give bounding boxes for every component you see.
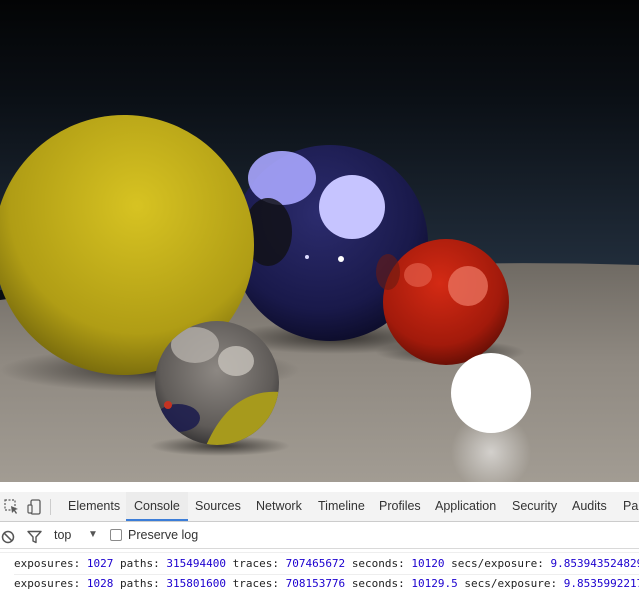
- log-key: paths:: [119, 577, 160, 590]
- red-sphere-highlight: [448, 266, 488, 306]
- console-log-line: exposures: 1027 paths: 315494400 traces:…: [14, 554, 639, 575]
- log-value: 1028: [86, 577, 114, 590]
- log-key: seconds:: [351, 557, 405, 570]
- log-value: 315494400: [166, 557, 226, 570]
- log-key: secs/exposure:: [451, 557, 544, 570]
- console-log-line: exposures: 1028 paths: 315801600 traces:…: [14, 574, 639, 592]
- white-light-sphere: [451, 353, 531, 433]
- blue-sphere-specular: [338, 256, 344, 262]
- tab-console[interactable]: Console: [126, 492, 188, 521]
- log-value: 1027: [86, 557, 114, 570]
- tab-elements[interactable]: Elements: [60, 492, 128, 521]
- log-key: traces:: [232, 557, 279, 570]
- glass-sphere-highlight: [218, 346, 254, 376]
- log-key: exposures:: [14, 577, 81, 590]
- blue-sphere-highlight: [319, 175, 385, 239]
- tab-timeline[interactable]: Timeline: [310, 492, 373, 521]
- console-scrolled-line: [0, 549, 639, 553]
- log-value: 10120: [411, 557, 445, 570]
- red-sphere: [383, 239, 509, 365]
- tab-divider: [50, 499, 51, 515]
- console-output: exposures: 1027 paths: 315494400 traces:…: [0, 549, 639, 592]
- clear-console-icon[interactable]: [1, 527, 15, 544]
- log-value: 10129.5: [411, 577, 458, 590]
- log-value: 708153776: [285, 577, 346, 590]
- render-viewport: [0, 0, 639, 482]
- blue-sphere-specular: [305, 255, 309, 259]
- context-selector[interactable]: top: [54, 522, 71, 548]
- red-sphere-highlight: [404, 263, 432, 287]
- tab-application[interactable]: Application: [427, 492, 504, 521]
- path-traced-render: [0, 0, 639, 482]
- glass-sphere-red-refraction: [164, 401, 172, 409]
- preserve-log-label: Preserve log: [128, 528, 199, 542]
- inspect-element-icon[interactable]: [3, 498, 21, 516]
- dropdown-arrow-icon[interactable]: ▼: [88, 522, 98, 548]
- tab-audits[interactable]: Audits: [564, 492, 615, 521]
- log-value: 707465672: [285, 557, 346, 570]
- tab-profiles[interactable]: Profiles: [371, 492, 429, 521]
- tab-network[interactable]: Network: [248, 492, 310, 521]
- tab-overflow[interactable]: Pa: [615, 492, 639, 521]
- console-filter-bar: top ▼ Preserve log: [0, 522, 639, 549]
- log-value: 315801600: [166, 577, 226, 590]
- device-toolbar-icon[interactable]: [26, 498, 44, 516]
- log-key: exposures:: [14, 557, 81, 570]
- filter-icon[interactable]: [27, 527, 42, 544]
- log-value: 9.853599221789: [563, 577, 639, 590]
- devtools-panel: Elements Console Sources Network Timelin…: [0, 482, 639, 592]
- red-sphere-reflection: [376, 254, 400, 290]
- log-key: secs/exposure:: [464, 577, 558, 590]
- tab-security[interactable]: Security: [504, 492, 565, 521]
- log-value: 9.853943524829: [550, 557, 639, 570]
- log-key: paths:: [119, 557, 160, 570]
- devtools-tab-bar: Elements Console Sources Network Timelin…: [0, 492, 639, 522]
- blue-sphere-highlight: [248, 151, 316, 205]
- log-key: traces:: [232, 577, 279, 590]
- preserve-log-checkbox[interactable]: [110, 529, 122, 541]
- log-key: seconds:: [351, 577, 405, 590]
- tab-sources[interactable]: Sources: [187, 492, 249, 521]
